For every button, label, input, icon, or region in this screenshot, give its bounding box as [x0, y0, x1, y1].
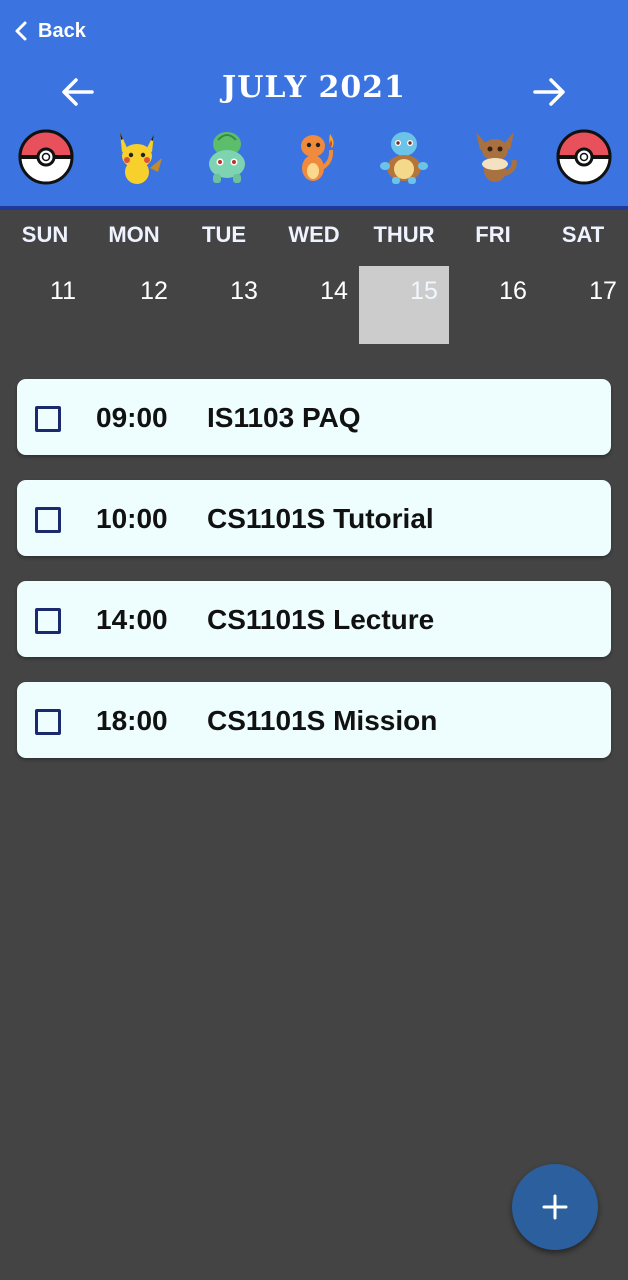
task-list: 09:00 IS1103 PAQ 10:00 CS1101S Tutorial …: [17, 379, 611, 783]
squirtle-icon: [375, 128, 433, 186]
charmander-icon: [286, 128, 344, 186]
date-cell[interactable]: 13: [199, 266, 289, 344]
back-button[interactable]: Back: [12, 16, 86, 46]
header-divider: [0, 206, 628, 210]
chevron-left-icon: [15, 21, 27, 41]
weekday-label: SUN: [21, 222, 69, 247]
pokeball-icon: [17, 128, 75, 186]
date-cell[interactable]: 12: [109, 266, 199, 344]
task-card[interactable]: 14:00 CS1101S Lecture: [17, 581, 611, 657]
date-row: 11 12 13 14 15 16 17: [0, 266, 628, 344]
weekday-label: TUE: [202, 222, 246, 247]
task-checkbox[interactable]: [35, 507, 61, 533]
task-card[interactable]: 10:00 CS1101S Tutorial: [17, 480, 611, 556]
weekday-label: WED: [288, 222, 340, 247]
task-card[interactable]: 09:00 IS1103 PAQ: [17, 379, 611, 455]
pokemon-row: [0, 128, 628, 186]
task-checkbox[interactable]: [35, 406, 61, 432]
arrow-right-icon: [533, 78, 565, 106]
weekday-header-row: SUN MON TUE WED THUR FRI SAT: [0, 222, 628, 252]
weekday-label: FRI: [475, 222, 511, 247]
date-cell-selected[interactable]: 15: [359, 266, 449, 344]
pokeball-icon: [555, 128, 613, 186]
task-time: 14:00: [96, 604, 168, 635]
task-time: 10:00: [96, 503, 168, 534]
weekday-label: MON: [108, 222, 160, 247]
date-cell[interactable]: 17: [538, 266, 628, 344]
task-title: CS1101S Lecture: [207, 604, 435, 635]
task-checkbox[interactable]: [35, 608, 61, 634]
task-card[interactable]: 18:00 CS1101S Mission: [17, 682, 611, 758]
next-month-button[interactable]: [529, 72, 569, 112]
weekday-label: THUR: [373, 222, 435, 247]
bulbasaur-icon: [198, 128, 256, 186]
plus-icon: [542, 1194, 568, 1220]
back-label: Back: [38, 19, 86, 42]
add-task-button[interactable]: [512, 1164, 598, 1250]
pikachu-icon: [108, 128, 166, 186]
eevee-icon: [466, 128, 524, 186]
task-title: CS1101S Mission: [207, 705, 438, 736]
task-time: 09:00: [96, 402, 168, 433]
task-title: IS1103 PAQ: [207, 402, 361, 433]
weekday-label: SAT: [561, 222, 605, 247]
date-cell[interactable]: 11: [18, 266, 108, 344]
task-time: 18:00: [96, 705, 168, 736]
header-bar: Back JULY 2021: [0, 0, 628, 206]
task-title: CS1101S Tutorial: [207, 503, 434, 534]
task-checkbox[interactable]: [35, 709, 61, 735]
